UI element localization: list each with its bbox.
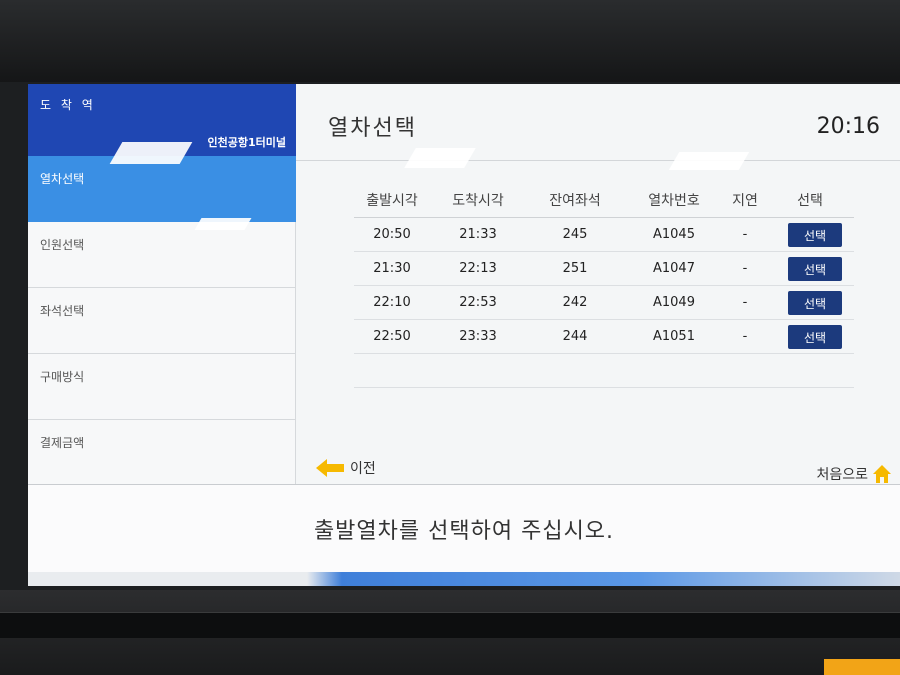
page-title: 열차선택 — [328, 116, 417, 141]
table-header: 출발시각 도착시각 잔여좌석 열차번호 지연 선택 — [354, 184, 854, 218]
train-table: 출발시각 도착시각 잔여좌석 열차번호 지연 선택 20:50 21:33 24… — [354, 184, 854, 388]
destination-label: 도 착 역 — [40, 98, 96, 112]
title-divider — [296, 160, 900, 161]
home-icon — [873, 465, 891, 483]
table-row: 22:10 22:53 242 A1049 - 선택 — [354, 286, 854, 320]
step-passenger-select[interactable]: 인원선택 — [28, 222, 296, 288]
train-number: A1049 — [653, 295, 695, 310]
column-header: 잔여좌석 — [549, 193, 601, 209]
step-label: 열차선택 — [40, 172, 85, 186]
prev-button[interactable]: 이전 — [316, 456, 376, 480]
arrival-time: 23:33 — [459, 329, 497, 344]
step-payment-amount[interactable]: 결제금액 — [28, 420, 296, 486]
kiosk-slot — [0, 612, 900, 638]
train-number: A1051 — [653, 329, 695, 344]
select-train-button[interactable]: 선택 — [788, 325, 842, 349]
kiosk-bezel-top — [0, 0, 900, 82]
step-seat-select[interactable]: 좌석선택 — [28, 288, 296, 354]
table-row: 20:50 21:33 245 A1045 - 선택 — [354, 218, 854, 252]
glare-reflection — [109, 142, 193, 164]
step-purchase-method[interactable]: 구매방식 — [28, 354, 296, 420]
remaining-seats: 244 — [562, 329, 588, 344]
prev-label: 이전 — [350, 461, 376, 477]
departure-time: 22:50 — [373, 329, 411, 344]
empty-table-row — [354, 354, 854, 388]
message-bar: 출발열차를 선택하여 주십시오. — [28, 484, 900, 572]
glare-reflection — [194, 218, 252, 230]
kiosk-screen: 도 착 역 인천공항1터미널 열차선택 인원선택 좌석선택 구매방식 결제금액 … — [28, 84, 900, 586]
home-label: 처음으로 — [816, 467, 868, 483]
select-train-button[interactable]: 선택 — [788, 257, 842, 281]
column-header: 출발시각 — [366, 193, 418, 209]
arrival-time: 21:33 — [459, 227, 497, 242]
step-label: 인원선택 — [40, 238, 85, 252]
remaining-seats: 245 — [562, 227, 588, 242]
column-header: 선택 — [797, 193, 823, 209]
delay: - — [742, 295, 748, 310]
step-train-select[interactable]: 열차선택 — [28, 156, 296, 222]
column-header: 열차번호 — [648, 193, 700, 209]
screen-bottom-strip — [28, 572, 900, 586]
train-number: A1045 — [653, 227, 695, 242]
clock: 20:16 — [816, 114, 880, 139]
departure-time: 21:30 — [373, 261, 411, 276]
step-label: 좌석선택 — [40, 304, 85, 318]
table-row: 22:50 23:33 244 A1051 - 선택 — [354, 320, 854, 354]
arrow-left-icon — [316, 459, 344, 477]
home-button[interactable]: 처음으로 — [816, 462, 892, 486]
glare-reflection — [404, 148, 476, 168]
select-train-button[interactable]: 선택 — [788, 223, 842, 247]
arrival-time: 22:13 — [459, 261, 497, 276]
instruction-message: 출발열차를 선택하여 주십시오. — [313, 519, 615, 544]
arrival-time: 22:53 — [459, 295, 497, 310]
delay: - — [742, 261, 748, 276]
remaining-seats: 242 — [562, 295, 588, 310]
step-label: 결제금액 — [40, 436, 85, 450]
delay: - — [742, 329, 748, 344]
train-number: A1047 — [653, 261, 695, 276]
delay: - — [742, 227, 748, 242]
table-row: 21:30 22:13 251 A1047 - 선택 — [354, 252, 854, 286]
column-header: 도착시각 — [452, 193, 504, 209]
departure-time: 20:50 — [373, 227, 411, 242]
select-train-button[interactable]: 선택 — [788, 291, 842, 315]
departure-time: 22:10 — [373, 295, 411, 310]
destination-value: 인천공항1터미널 — [207, 136, 287, 149]
glare-reflection — [668, 152, 750, 170]
column-header: 지연 — [732, 193, 758, 209]
remaining-seats: 251 — [562, 261, 588, 276]
main-panel: 열차선택 20:16 출발시각 도착시각 잔여좌석 열차번호 지연 선택 20:… — [296, 84, 900, 484]
kiosk-corner-label — [824, 659, 900, 675]
step-label: 구매방식 — [40, 370, 85, 384]
